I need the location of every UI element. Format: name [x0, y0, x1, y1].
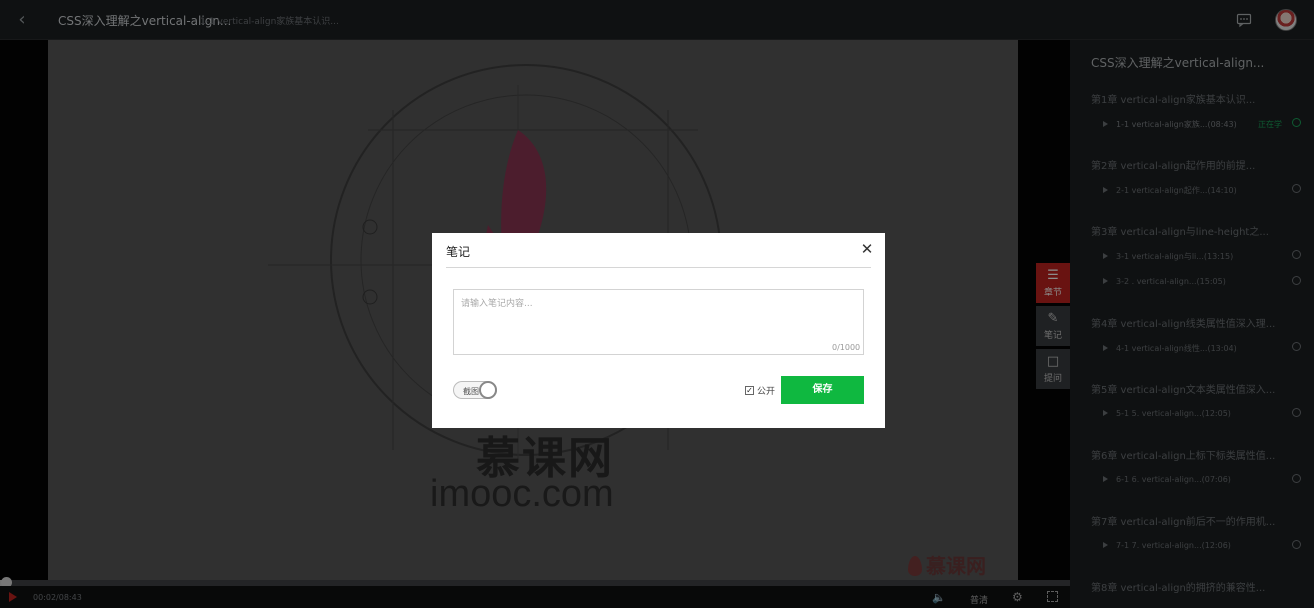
public-label: 公开: [757, 387, 776, 397]
public-checkbox[interactable]: ✓: [745, 386, 754, 395]
screenshot-toggle[interactable]: 截图: [453, 381, 497, 399]
dialog-title: 笔记: [446, 245, 471, 259]
toggle-knob: [479, 381, 497, 399]
modal-overlay[interactable]: 笔记 ✕ 0/1000 截图 ✓ 公开 保存: [0, 0, 1314, 608]
close-icon[interactable]: ✕: [860, 242, 874, 257]
save-button[interactable]: 保存: [781, 376, 864, 404]
divider: [446, 267, 871, 268]
note-textarea[interactable]: [453, 289, 864, 355]
char-counter: 0/1000: [832, 343, 861, 352]
note-dialog: 笔记 ✕ 0/1000 截图 ✓ 公开 保存: [432, 233, 885, 428]
